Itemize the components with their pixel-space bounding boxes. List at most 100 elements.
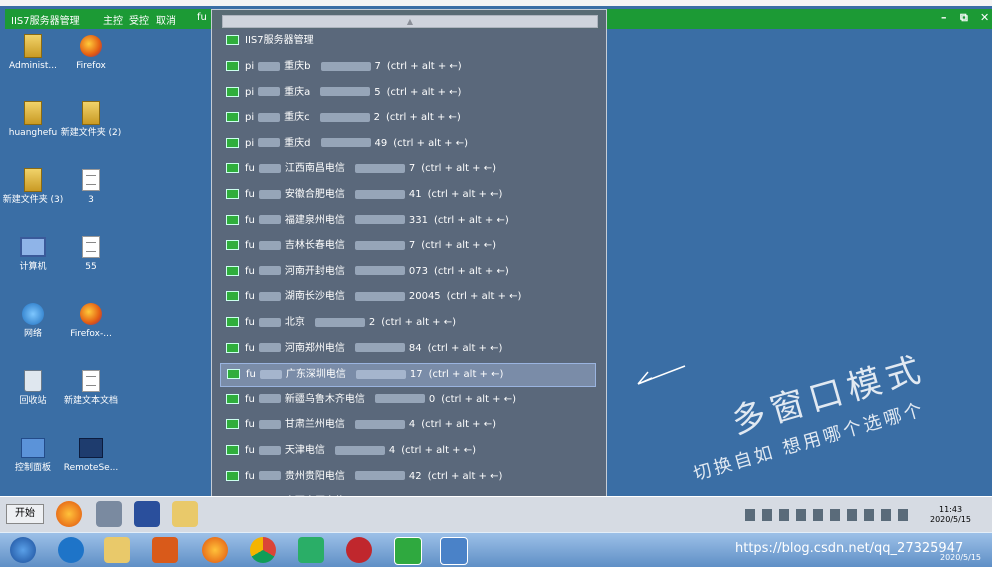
- server-prefix: fu: [245, 445, 255, 456]
- redacted-text: [355, 369, 406, 379]
- desktop-icon[interactable]: Firefox: [60, 34, 122, 71]
- firefox-taskbar-icon[interactable]: [56, 501, 82, 527]
- start-label: 开始: [15, 508, 35, 519]
- server-ip-tail: 7: [408, 163, 416, 175]
- shortcut-hint: (ctrl + alt + ←): [401, 445, 477, 456]
- desktop-icon[interactable]: 回收站: [2, 369, 64, 406]
- menu-master[interactable]: 主控: [103, 12, 123, 27]
- close-button[interactable]: ✕: [980, 11, 989, 24]
- server-ip-tail: 7: [408, 240, 416, 252]
- desktop-icon[interactable]: 计算机: [2, 235, 64, 272]
- server-item[interactable]: fu 安徽合肥电信 41 (ctrl + alt + ←): [220, 184, 594, 206]
- server-item[interactable]: fu 北京 2 (ctrl + alt + ←): [220, 312, 594, 334]
- redacted-text: [258, 445, 281, 455]
- server-item[interactable]: fu 江西南昌电信 7 (ctrl + alt + ←): [220, 158, 594, 180]
- monitor-icon: [226, 137, 239, 148]
- redacted-text: [320, 87, 371, 97]
- start-button[interactable]: 开始: [6, 504, 44, 524]
- remote-taskbar-icon[interactable]: [440, 537, 468, 565]
- desktop-icon[interactable]: 3: [60, 168, 122, 205]
- server-ip-tail: 4: [408, 419, 416, 431]
- scroll-up-button[interactable]: ▲: [222, 15, 598, 28]
- server-ip-tail: 42: [408, 470, 422, 482]
- monitor-icon: [226, 112, 239, 123]
- menu-controlled[interactable]: 受控: [129, 12, 149, 27]
- server-item[interactable]: fu 湖南长沙电信 20045 (ctrl + alt + ←): [220, 286, 594, 308]
- shortcut-hint: (ctrl + alt + ←): [428, 369, 504, 381]
- shortcut-hint: (ctrl + alt + ←): [433, 265, 509, 277]
- app-bar-trailing: fu: [197, 12, 207, 23]
- desktop-icon[interactable]: 新建文件夹 (2): [60, 101, 122, 138]
- desktop-icon[interactable]: 55: [60, 235, 122, 272]
- redacted-text: [258, 112, 281, 122]
- desktop-icon[interactable]: huanghefu: [2, 101, 64, 138]
- server-ip-tail: 84: [408, 342, 422, 354]
- server-item[interactable]: fu 广东深圳电信 17 (ctrl + alt + ←): [220, 363, 596, 388]
- desktop-icon[interactable]: 控制面板: [2, 436, 64, 473]
- server-location: 重庆b: [284, 61, 311, 72]
- firefox-taskbar-icon[interactable]: [202, 537, 228, 563]
- server-location: 天津电信: [284, 445, 325, 456]
- ie-taskbar-icon[interactable]: [58, 537, 84, 563]
- host-taskbar: https://blog.csdn.net/qq_27325947 2020/5…: [0, 532, 992, 567]
- redacted-text: [354, 266, 405, 276]
- desktop-icon-label: 新建文件夹 (2): [60, 128, 122, 138]
- explorer-taskbar-icon[interactable]: [104, 537, 130, 563]
- desktop-icon[interactable]: 网络: [2, 302, 64, 339]
- monitor-icon: [226, 86, 239, 97]
- shortcut-hint: (ctrl + alt + ←): [381, 317, 457, 328]
- explorer-taskbar-icon[interactable]: [172, 501, 198, 527]
- server-item[interactable]: fu 贵州贵阳电信 42 (ctrl + alt + ←): [220, 466, 594, 488]
- server-item[interactable]: pi 重庆b 7 (ctrl + alt + ←): [220, 56, 594, 78]
- desktop-icon[interactable]: Firefox-...: [60, 302, 122, 339]
- server-ip-tail: 331: [408, 214, 428, 226]
- server-location: 江西南昌电信: [284, 163, 345, 175]
- desktop-icon[interactable]: RemoteSe...: [60, 436, 122, 473]
- wechat-taskbar-icon[interactable]: [298, 537, 324, 563]
- server-prefix: fu: [245, 317, 255, 328]
- desktop-icon[interactable]: 新建文本文档: [60, 369, 122, 406]
- redacted-text: [258, 394, 281, 404]
- shield-taskbar-icon[interactable]: [346, 537, 372, 563]
- menu-cancel[interactable]: 取消: [156, 12, 176, 27]
- server-item[interactable]: pi 重庆c 2 (ctrl + alt + ←): [220, 107, 594, 129]
- server-location: 重庆d: [284, 137, 311, 149]
- server-prefix: pi: [245, 86, 255, 98]
- server-prefix: fu: [245, 240, 255, 252]
- document-icon: [82, 236, 100, 258]
- monitor-icon: [227, 369, 240, 380]
- powershell-taskbar-icon[interactable]: [134, 501, 160, 527]
- server-item[interactable]: pi 重庆a 5 (ctrl + alt + ←): [220, 82, 594, 104]
- minimize-button[interactable]: –: [941, 11, 947, 24]
- server-item[interactable]: fu 甘肃兰州电信 4 (ctrl + alt + ←): [220, 414, 594, 436]
- desktop-icon[interactable]: Administ...: [2, 34, 64, 71]
- monitor-icon: [226, 317, 239, 327]
- windows-start-icon[interactable]: [10, 537, 36, 563]
- desktop-icon-label: Firefox-...: [70, 329, 112, 339]
- server-item[interactable]: fu 河南开封电信 073 (ctrl + alt + ←): [220, 261, 594, 283]
- monitor-icon: [226, 240, 239, 251]
- control-panel-icon: [21, 438, 45, 458]
- server-prefix: fu: [245, 265, 255, 277]
- redacted-text: [320, 138, 371, 148]
- server-ip-tail: 20045: [408, 291, 441, 303]
- iis7-taskbar-icon[interactable]: [394, 537, 422, 565]
- server-item[interactable]: fu 新疆乌鲁木齐电信 0 (ctrl + alt + ←): [220, 389, 594, 411]
- recycle-bin-icon: [24, 370, 42, 392]
- media-taskbar-icon[interactable]: [152, 537, 178, 563]
- shortcut-hint: (ctrl + alt + ←): [427, 342, 503, 354]
- server-item[interactable]: fu 天津电信 4 (ctrl + alt + ←): [220, 440, 594, 462]
- server-item[interactable]: fu 吉林长春电信 7 (ctrl + alt + ←): [220, 235, 594, 257]
- redacted-text: [354, 291, 405, 301]
- window-switcher-menu: ▲ IIS7服务器管理 pi 重庆b 7 (ctrl + alt + ←) pi 重庆a 5…: [211, 9, 607, 531]
- server-ip-tail: 5: [374, 86, 381, 98]
- restore-button[interactable]: ⧉: [960, 11, 968, 25]
- desktop-icon[interactable]: 新建文件夹 (3): [2, 168, 64, 205]
- chrome-taskbar-icon[interactable]: [250, 537, 276, 563]
- redacted-text: [354, 419, 405, 429]
- server-item[interactable]: fu 河南郑州电信 84 (ctrl + alt + ←): [220, 338, 594, 360]
- menu-header: IIS7服务器管理: [220, 30, 594, 52]
- server-item[interactable]: fu 福建泉州电信 331 (ctrl + alt + ←): [220, 210, 594, 232]
- tools-taskbar-icon[interactable]: [96, 501, 122, 527]
- server-item[interactable]: pi 重庆d 49 (ctrl + alt + ←): [220, 133, 594, 155]
